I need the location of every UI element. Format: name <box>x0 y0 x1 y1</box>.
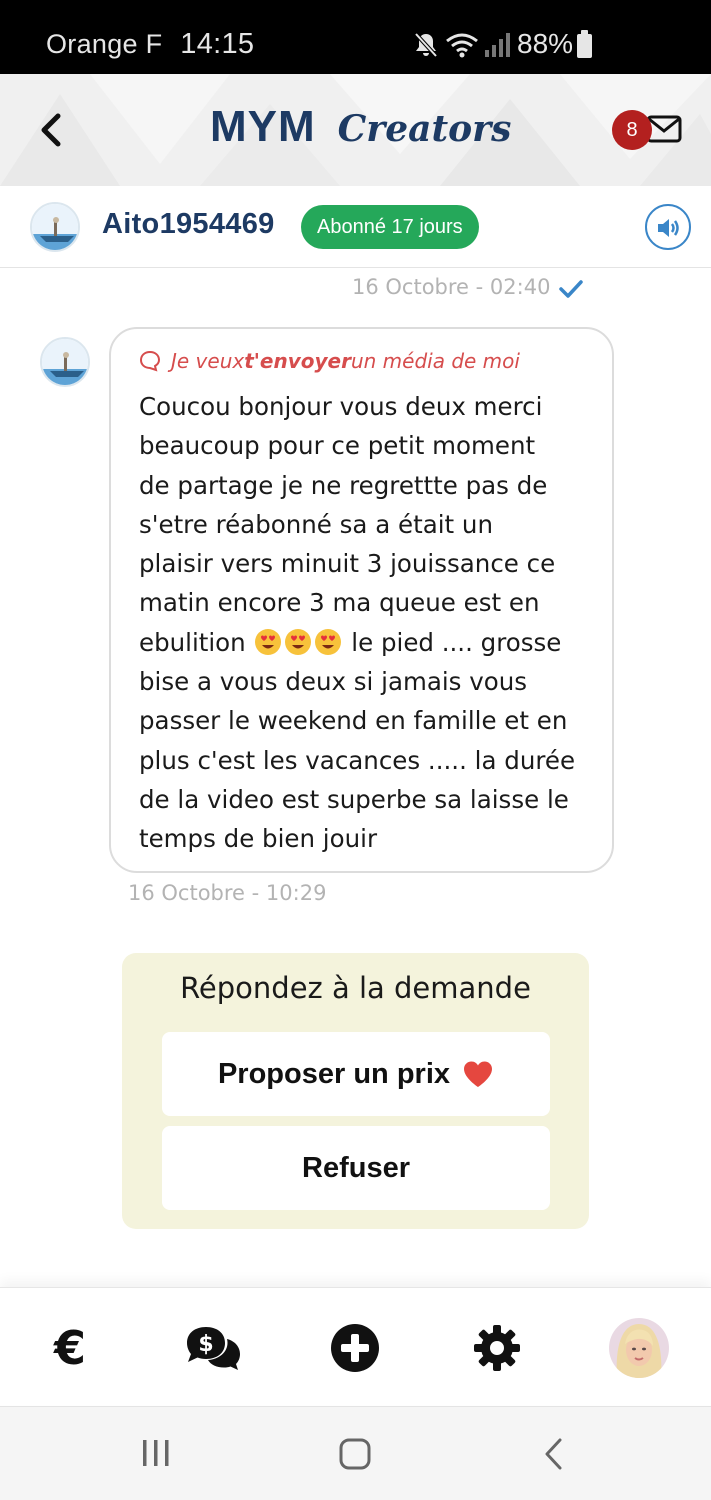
euro-icon: € <box>53 1321 86 1375</box>
add-circle-icon <box>331 1324 379 1372</box>
request-suffix: un média de moi <box>350 349 520 373</box>
battery-level: 88% <box>517 28 574 59</box>
bottom-navigation: € $ <box>0 1287 711 1405</box>
message-timestamp: 16 Octobre - 10:29 <box>128 881 327 905</box>
message-bubble: Je veux t'envoyer un média de moi Coucou… <box>109 327 614 873</box>
nav-profile-avatar[interactable] <box>609 1318 669 1378</box>
messages-dollar-icon: $ <box>187 1327 240 1370</box>
message-line: s'etre réabonné sa a était un <box>139 509 493 539</box>
message-line: passer le weekend en famille et en <box>139 706 568 736</box>
status-left: Orange F 14:15 <box>46 28 254 61</box>
recents-icon <box>143 1440 169 1466</box>
gear-icon <box>474 1325 520 1371</box>
media-request-label: Je veux t'envoyer un média de moi <box>139 349 520 373</box>
wifi-icon <box>446 33 478 58</box>
heart-eyes-emoji-icon <box>254 628 281 655</box>
nav-settings[interactable] <box>465 1320 529 1376</box>
home-button[interactable] <box>338 1437 372 1475</box>
message-fragment: le pied .... grosse <box>351 627 562 657</box>
request-panel-title: Répondez à la demande <box>180 971 531 1005</box>
message-line: plaisir vers minuit 3 jouissance ce <box>139 549 556 579</box>
signal-icon <box>485 33 510 57</box>
svg-text:$: $ <box>198 1332 213 1357</box>
boat-avatar-icon <box>42 339 88 385</box>
message-text: Coucou bonjour vous deux merci beaucoup … <box>139 387 599 859</box>
message-line: de partage je ne regrettte pas de <box>139 470 548 500</box>
heart-eyes-emoji-icon <box>314 628 341 655</box>
notification-badge: 8 <box>612 110 652 150</box>
system-navigation-bar <box>0 1406 711 1500</box>
clock: 14:15 <box>180 28 255 60</box>
carrier-name: Orange F <box>46 29 163 59</box>
request-response-panel: Répondez à la demande Proposer un prix R… <box>122 953 589 1229</box>
logo-mym: MYM <box>210 102 316 151</box>
mute-icon <box>414 32 438 58</box>
propose-price-label: Proposer un prix <box>217 1057 451 1090</box>
creator-avatar-icon <box>609 1318 669 1378</box>
sound-toggle-button[interactable] <box>645 204 691 250</box>
message-line: temps de bien jouir <box>139 824 378 854</box>
nav-revenue[interactable]: € <box>38 1320 102 1376</box>
read-check-icon <box>559 280 583 298</box>
logo-creators: Creators <box>337 108 512 150</box>
refuse-button[interactable]: Refuser <box>162 1126 550 1210</box>
fan-username[interactable]: Aito1954469 <box>102 208 275 241</box>
recent-apps-button[interactable] <box>140 1437 172 1473</box>
message-line: bise a vous deux si jamais vous <box>139 667 527 697</box>
heart-icon <box>464 1061 493 1087</box>
system-back-button[interactable] <box>542 1437 566 1475</box>
conversation-header: Aito1954469 Abonné 17 jours <box>0 186 711 268</box>
app-logo: MYM Creators <box>210 102 511 162</box>
nav-create[interactable] <box>323 1320 387 1376</box>
message-line: Coucou bonjour vous deux merci <box>139 392 543 421</box>
subscription-badge: Abonné 17 jours <box>301 205 479 249</box>
message-avatar <box>40 337 90 387</box>
message-line: beaucoup pour ce petit moment <box>139 431 536 461</box>
app-header: MYM Creators 8 <box>0 74 711 186</box>
request-prefix: Je veux <box>171 349 245 373</box>
screen: Orange F 14:15 88% MYM Creators 8 Aito19… <box>0 0 711 1500</box>
message-line: plus c'est les vacances ..... la durée <box>139 745 576 775</box>
message-line-emoji: ebulition le pied .... grosse <box>139 623 599 662</box>
speaker-icon <box>658 219 679 237</box>
boat-avatar-icon <box>32 204 78 250</box>
battery-icon <box>577 30 592 58</box>
back-arrow-icon <box>545 1438 562 1470</box>
back-button[interactable] <box>32 108 72 152</box>
propose-price-button[interactable]: Proposer un prix <box>162 1032 550 1116</box>
chevron-left-icon <box>41 113 61 147</box>
message-line: de la video est superbe sa laisse le <box>139 784 569 814</box>
message-line: matin encore 3 ma queue est en <box>139 588 540 618</box>
home-icon <box>339 1438 371 1470</box>
nav-paid-messages[interactable]: $ <box>181 1320 245 1376</box>
inbox-button[interactable]: 8 <box>612 108 686 154</box>
fan-avatar[interactable] <box>30 202 80 252</box>
status-bar: Orange F 14:15 88% <box>0 0 711 74</box>
message-fragment: ebulition <box>139 627 254 657</box>
request-strong: t'envoyer <box>244 349 351 373</box>
chat-bubble-icon <box>139 350 161 372</box>
heart-eyes-emoji-icon <box>284 628 311 655</box>
timestamp-sent: 16 Octobre - 02:40 <box>352 275 551 299</box>
refuse-label: Refuser <box>302 1151 410 1184</box>
